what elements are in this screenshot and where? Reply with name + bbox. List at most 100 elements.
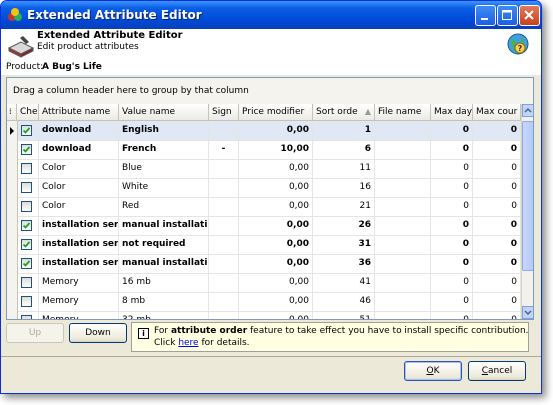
column-header-price-modifier[interactable]: Price modifier bbox=[239, 104, 313, 120]
max-count-cell[interactable]: 0 bbox=[473, 197, 521, 216]
row-checkbox[interactable] bbox=[21, 220, 32, 231]
cancel-button[interactable]: Cancel bbox=[468, 361, 526, 381]
sort-order-cell[interactable]: 1 bbox=[313, 121, 375, 140]
max-days-cell[interactable]: 0 bbox=[431, 197, 473, 216]
sign-cell[interactable] bbox=[209, 292, 239, 311]
attribute-name-cell[interactable]: installation ser bbox=[39, 216, 119, 235]
attribute-name-cell[interactable]: Memory bbox=[39, 292, 119, 311]
attribute-name-cell[interactable]: Memory bbox=[39, 273, 119, 292]
group-by-panel[interactable]: Drag a column header here to group by th… bbox=[7, 78, 533, 105]
value-name-cell[interactable]: French bbox=[119, 140, 209, 159]
column-header-sign[interactable]: Sign bbox=[209, 104, 239, 120]
sort-order-cell[interactable]: 31 bbox=[313, 235, 375, 254]
title-bar[interactable]: Extended Attribute Editor bbox=[1, 1, 541, 29]
column-header-max-count[interactable]: Max cour bbox=[473, 104, 521, 120]
price-modifier-cell[interactable]: 0,00 bbox=[239, 121, 313, 140]
max-days-cell[interactable]: 0 bbox=[431, 273, 473, 292]
column-header-attribute-name[interactable]: Attribute name bbox=[39, 104, 119, 120]
file-name-cell[interactable] bbox=[375, 197, 431, 216]
max-count-cell[interactable]: 0 bbox=[473, 292, 521, 311]
attribute-name-cell[interactable]: Color bbox=[39, 178, 119, 197]
file-name-cell[interactable] bbox=[375, 254, 431, 273]
move-down-button[interactable]: Down bbox=[69, 323, 127, 343]
sort-order-cell[interactable]: 41 bbox=[313, 273, 375, 292]
value-name-cell[interactable]: Red bbox=[119, 197, 209, 216]
max-count-cell[interactable]: 0 bbox=[473, 178, 521, 197]
table-row[interactable]: installation ser manual installati 0,00 36 0… bbox=[7, 254, 521, 274]
scroll-down-button[interactable] bbox=[522, 306, 533, 319]
table-row[interactable]: Memory 32 mb 0,00 51 0 0 bbox=[7, 311, 521, 319]
minimize-button[interactable] bbox=[475, 5, 496, 26]
price-modifier-cell[interactable]: 0,00 bbox=[239, 216, 313, 235]
column-header-checked[interactable]: Che bbox=[17, 104, 39, 120]
price-modifier-cell[interactable]: 0,00 bbox=[239, 273, 313, 292]
row-checkbox[interactable] bbox=[21, 182, 32, 193]
sign-cell[interactable] bbox=[209, 159, 239, 178]
file-name-cell[interactable] bbox=[375, 178, 431, 197]
value-name-cell[interactable]: White bbox=[119, 178, 209, 197]
table-row[interactable]: Color White 0,00 16 0 0 bbox=[7, 178, 521, 198]
sign-cell[interactable] bbox=[209, 273, 239, 292]
help-globe-icon[interactable]: ? bbox=[507, 33, 529, 55]
file-name-cell[interactable] bbox=[375, 121, 431, 140]
value-name-cell[interactable]: 16 mb bbox=[119, 273, 209, 292]
attribute-name-cell[interactable]: Color bbox=[39, 159, 119, 178]
sign-cell[interactable] bbox=[209, 197, 239, 216]
attribute-name-cell[interactable]: download bbox=[39, 121, 119, 140]
value-name-cell[interactable]: not required bbox=[119, 235, 209, 254]
max-count-cell[interactable]: 0 bbox=[473, 216, 521, 235]
row-checkbox[interactable] bbox=[21, 239, 32, 250]
sign-cell[interactable] bbox=[209, 121, 239, 140]
scroll-up-button[interactable] bbox=[522, 104, 533, 117]
file-name-cell[interactable] bbox=[375, 235, 431, 254]
row-indicator-header[interactable]: ⁞ bbox=[7, 104, 17, 120]
max-count-cell[interactable]: 0 bbox=[473, 121, 521, 140]
file-name-cell[interactable] bbox=[375, 273, 431, 292]
max-count-cell[interactable]: 0 bbox=[473, 235, 521, 254]
maximize-button[interactable] bbox=[497, 5, 518, 26]
attribute-name-cell[interactable]: download bbox=[39, 140, 119, 159]
table-row[interactable]: Memory 16 mb 0,00 41 0 0 bbox=[7, 273, 521, 293]
value-name-cell[interactable]: manual installati bbox=[119, 216, 209, 235]
table-row[interactable]: download French -10,00 6 0 0 bbox=[7, 140, 521, 160]
attribute-name-cell[interactable]: installation ser bbox=[39, 254, 119, 273]
sign-cell[interactable] bbox=[209, 235, 239, 254]
attribute-name-cell[interactable]: Memory bbox=[39, 311, 119, 319]
max-days-cell[interactable]: 0 bbox=[431, 121, 473, 140]
move-up-button[interactable]: Up bbox=[6, 323, 64, 343]
column-header-max-days[interactable]: Max day bbox=[431, 104, 473, 120]
sort-order-cell[interactable]: 26 bbox=[313, 216, 375, 235]
sign-cell[interactable] bbox=[209, 216, 239, 235]
max-days-cell[interactable]: 0 bbox=[431, 178, 473, 197]
price-modifier-cell[interactable]: 0,00 bbox=[239, 235, 313, 254]
sort-order-cell[interactable]: 51 bbox=[313, 311, 375, 319]
file-name-cell[interactable] bbox=[375, 292, 431, 311]
vertical-scrollbar[interactable] bbox=[521, 104, 533, 319]
sort-order-cell[interactable]: 11 bbox=[313, 159, 375, 178]
price-modifier-cell[interactable]: 0,00 bbox=[239, 311, 313, 319]
sign-cell[interactable] bbox=[209, 254, 239, 273]
row-checkbox[interactable] bbox=[21, 296, 32, 307]
ok-button[interactable]: OK bbox=[404, 361, 462, 381]
max-days-cell[interactable]: 0 bbox=[431, 235, 473, 254]
max-days-cell[interactable]: 0 bbox=[431, 311, 473, 319]
sign-cell[interactable]: - bbox=[209, 140, 239, 159]
file-name-cell[interactable] bbox=[375, 311, 431, 319]
sign-cell[interactable] bbox=[209, 311, 239, 319]
max-days-cell[interactable]: 0 bbox=[431, 140, 473, 159]
file-name-cell[interactable] bbox=[375, 140, 431, 159]
max-count-cell[interactable]: 0 bbox=[473, 159, 521, 178]
max-count-cell[interactable]: 0 bbox=[473, 273, 521, 292]
column-header-file-name[interactable]: File name bbox=[375, 104, 431, 120]
attributes-grid[interactable]: Drag a column header here to group by th… bbox=[6, 77, 534, 320]
sort-order-cell[interactable]: 46 bbox=[313, 292, 375, 311]
sort-order-cell[interactable]: 21 bbox=[313, 197, 375, 216]
max-count-cell[interactable]: 0 bbox=[473, 254, 521, 273]
row-checkbox[interactable] bbox=[21, 125, 32, 136]
price-modifier-cell[interactable]: 0,00 bbox=[239, 178, 313, 197]
value-name-cell[interactable]: 32 mb bbox=[119, 311, 209, 319]
max-days-cell[interactable]: 0 bbox=[431, 292, 473, 311]
sort-order-cell[interactable]: 36 bbox=[313, 254, 375, 273]
max-count-cell[interactable]: 0 bbox=[473, 140, 521, 159]
max-days-cell[interactable]: 0 bbox=[431, 254, 473, 273]
